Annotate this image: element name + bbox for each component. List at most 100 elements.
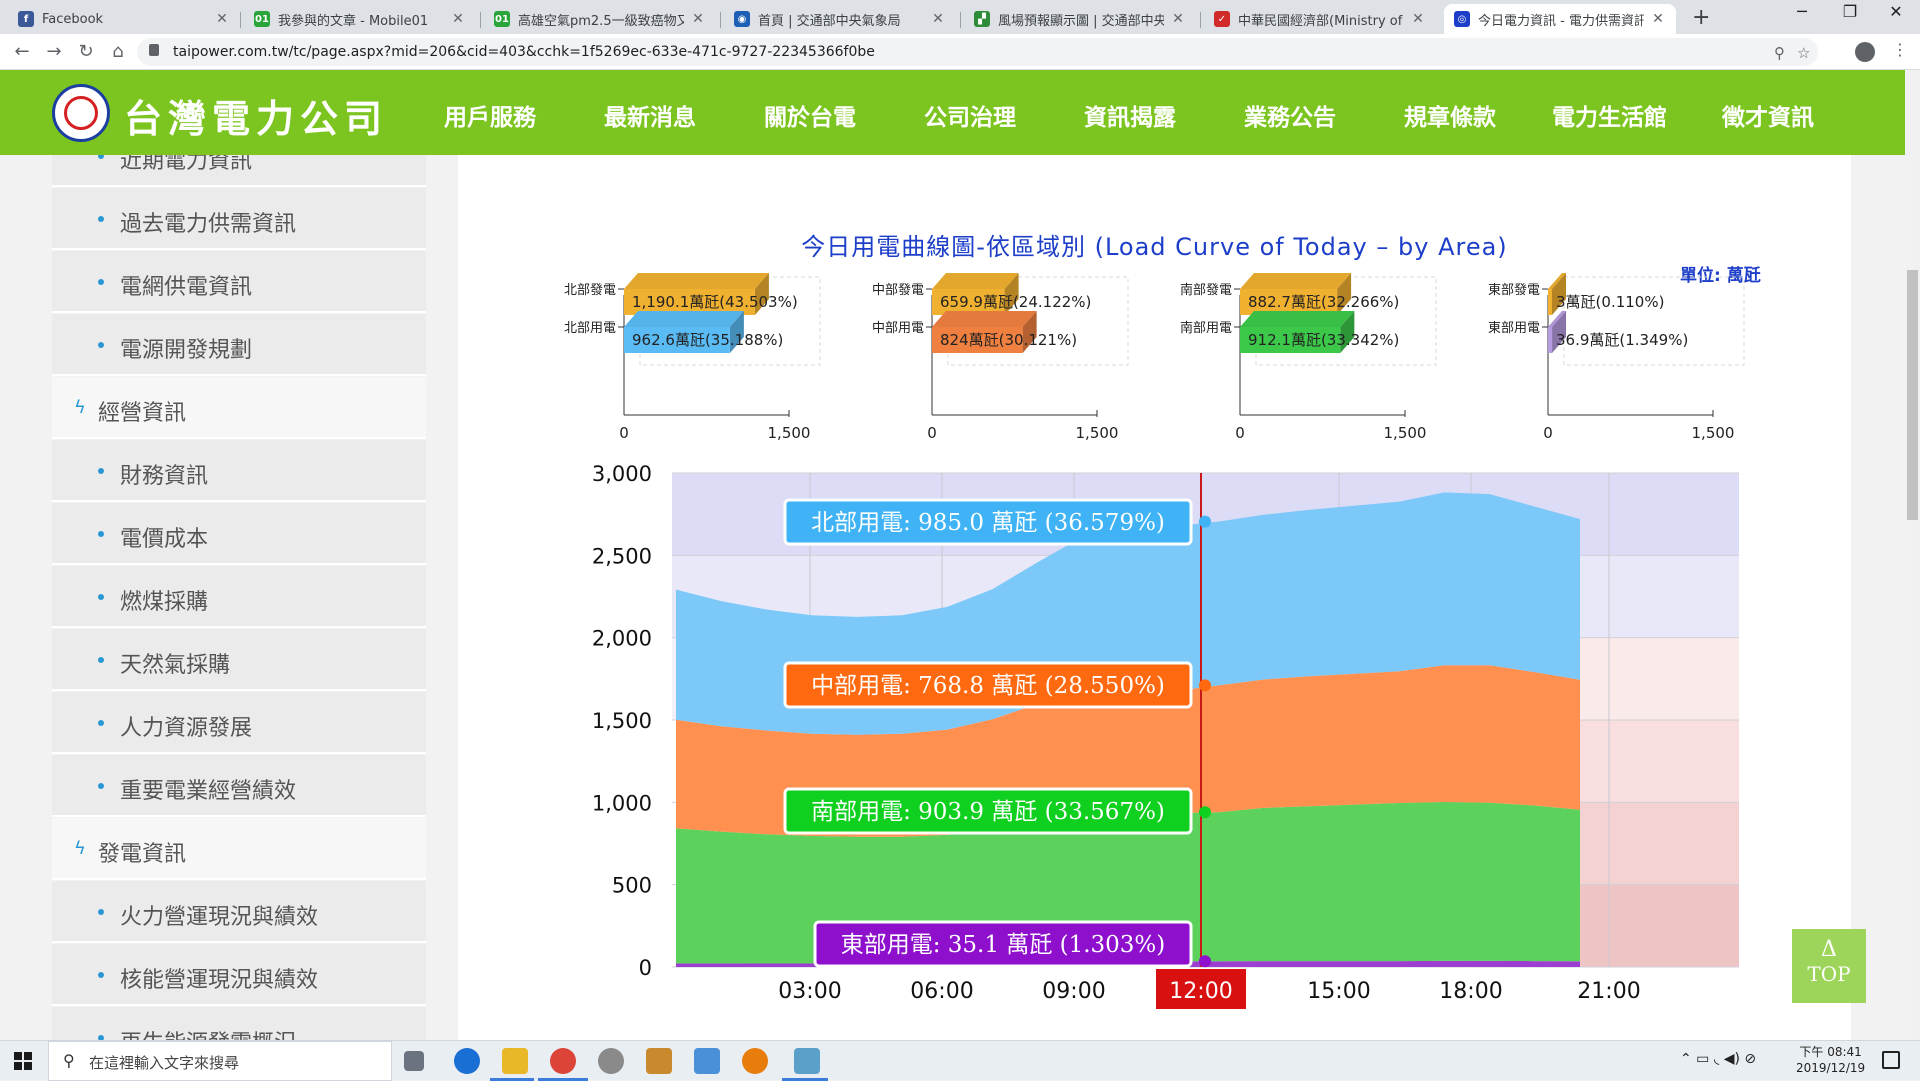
sidebar-item[interactable]: 天然氣採購 bbox=[52, 629, 426, 691]
scrollbar-thumb[interactable] bbox=[1907, 270, 1918, 520]
nav-item[interactable]: 徵才資訊 bbox=[1722, 98, 1814, 132]
app-icon-2[interactable] bbox=[646, 1048, 672, 1074]
nav-item[interactable]: 用戶服務 bbox=[444, 98, 536, 132]
sidebar-item-label: 經營資訊 bbox=[98, 401, 187, 426]
tab-close-icon[interactable]: ✕ bbox=[1170, 11, 1186, 27]
browser-menu-icon[interactable]: ⋮ bbox=[1892, 40, 1908, 59]
tooltip-text: 中部用電: 768.8 萬瓩 (28.550%) bbox=[811, 673, 1165, 699]
lock-icon bbox=[149, 44, 159, 56]
minimize-icon[interactable]: ─ bbox=[1782, 2, 1822, 21]
bar-x-tick-label: 0 bbox=[1543, 424, 1553, 442]
load-category-label: 中部用電 bbox=[872, 321, 924, 336]
sidebar-item[interactable]: 電價成本 bbox=[52, 503, 426, 565]
chrome-icon[interactable] bbox=[550, 1048, 576, 1074]
bullet-icon bbox=[98, 531, 104, 537]
restore-icon[interactable]: ❐ bbox=[1830, 2, 1870, 21]
browser-tab[interactable]: ◎ 今日電力資訊 - 電力供需資訊 - 台 ✕ bbox=[1444, 4, 1676, 34]
nav-item[interactable]: 規章條款 bbox=[1404, 98, 1496, 132]
profile-avatar[interactable] bbox=[1855, 42, 1875, 62]
sidebar-item[interactable]: 燃煤採購 bbox=[52, 566, 426, 628]
bullet-icon bbox=[98, 342, 104, 348]
url-text[interactable]: taipower.com.tw/tc/page.aspx?mid=206&cid… bbox=[173, 44, 875, 60]
tab-title: 高雄空氣pm2.5一級致癌物又關 bbox=[518, 13, 684, 29]
browser-tab[interactable]: ◉ 首頁 | 交通部中央氣象局 ✕ bbox=[724, 4, 956, 34]
back-to-top-button[interactable]: Δ TOP bbox=[1792, 929, 1866, 1003]
bar-x-tick-label: 1,500 bbox=[768, 424, 811, 442]
taskbar-search-box[interactable]: ⚲ 在這裡輸入文字來搜尋 bbox=[48, 1041, 392, 1081]
bullet-icon bbox=[98, 216, 104, 222]
nav-item[interactable]: 最新消息 bbox=[604, 98, 696, 132]
y-tick-label: 2,000 bbox=[592, 627, 652, 651]
sidebar-item[interactable]: 再生能源發電概況 bbox=[52, 1007, 426, 1040]
tab-close-icon[interactable]: ✕ bbox=[930, 11, 946, 27]
x-tick-label: 09:00 bbox=[1042, 979, 1105, 1004]
nav-item[interactable]: 電力生活館 bbox=[1552, 98, 1667, 132]
home-icon[interactable]: ⌂ bbox=[106, 41, 130, 62]
sidebar-item[interactable]: 重要電業經營績效 bbox=[52, 755, 426, 817]
app-icon-3[interactable] bbox=[694, 1048, 720, 1074]
zoom-icon[interactable]: ⚲ bbox=[1774, 44, 1785, 62]
nav-item[interactable]: 關於台電 bbox=[764, 98, 856, 132]
tab-title: 首頁 | 交通部中央氣象局 bbox=[758, 13, 901, 29]
app-icon-1[interactable] bbox=[598, 1048, 624, 1074]
sidebar-item-label: 電源開發規劃 bbox=[120, 338, 253, 363]
sidebar-item-label: 核能營運現況與績效 bbox=[120, 968, 319, 993]
sidebar-item[interactable]: 電網供電資訊 bbox=[52, 251, 426, 313]
browser-tab[interactable]: ▞ 風場預報顯示圖 | 交通部中央氣 ✕ bbox=[964, 4, 1196, 34]
tab-close-icon[interactable]: ✕ bbox=[1650, 11, 1666, 27]
taipower-logo-icon[interactable] bbox=[52, 84, 110, 142]
sidebar-item-label: 火力營運現況與績效 bbox=[120, 905, 319, 930]
load-data-label: 962.6萬瓩(35.188%) bbox=[632, 331, 783, 349]
bar-x-tick-label: 0 bbox=[927, 424, 937, 442]
tab-favicon-icon: ◎ bbox=[1454, 11, 1470, 27]
nav-item[interactable]: 公司治理 bbox=[924, 98, 1016, 132]
tab-close-icon[interactable]: ✕ bbox=[214, 11, 230, 27]
windows-start-icon[interactable] bbox=[14, 1052, 32, 1070]
forward-icon[interactable]: → bbox=[42, 41, 66, 62]
task-view-icon[interactable] bbox=[404, 1051, 424, 1071]
edge-browser-icon[interactable] bbox=[454, 1048, 480, 1074]
nav-item[interactable]: 業務公告 bbox=[1244, 98, 1336, 132]
sidebar-item[interactable]: 人力資源發展 bbox=[52, 692, 426, 754]
system-tray-icons[interactable]: ⌃ ▭ ◟ ◀) ⊘ bbox=[1680, 1051, 1756, 1067]
address-bar[interactable]: taipower.com.tw/tc/page.aspx?mid=206&cid… bbox=[137, 38, 1818, 66]
tab-close-icon[interactable]: ✕ bbox=[450, 11, 466, 27]
sidebar-item[interactable]: 近期電力資訊 bbox=[52, 155, 426, 187]
y-tick-label: 3,000 bbox=[592, 462, 652, 486]
browser-tab[interactable]: 01 高雄空氣pm2.5一級致癌物又關 ✕ bbox=[484, 4, 716, 34]
page-scrollbar[interactable] bbox=[1905, 70, 1920, 1040]
bar-x-tick-label: 0 bbox=[1235, 424, 1245, 442]
sidebar-item[interactable]: 火力營運現況與績效 bbox=[52, 881, 426, 943]
site-logo-text[interactable]: 台灣電力公司 bbox=[124, 88, 388, 143]
tab-close-icon[interactable]: ✕ bbox=[690, 11, 706, 27]
sidebar-item[interactable]: 電源開發規劃 bbox=[52, 314, 426, 376]
x-tick-label: 12:00 bbox=[1169, 979, 1232, 1004]
file-explorer-icon[interactable] bbox=[502, 1048, 528, 1074]
browser-tab[interactable]: f Facebook ✕ bbox=[8, 4, 240, 34]
sidebar-item[interactable]: 過去電力供需資訊 bbox=[52, 188, 426, 250]
sidebar-item[interactable]: 核能營運現況與績效 bbox=[52, 944, 426, 1006]
sidebar-category[interactable]: ϟ 經營資訊 bbox=[52, 377, 426, 439]
browser-tab[interactable]: 01 我參與的文章 - Mobile01 ✕ bbox=[244, 4, 476, 34]
tab-close-icon[interactable]: ✕ bbox=[1410, 11, 1426, 27]
sidebar-item-label: 再生能源發電概況 bbox=[120, 1025, 296, 1040]
tab-title: 我參與的文章 - Mobile01 bbox=[278, 13, 429, 29]
blender-icon[interactable] bbox=[742, 1048, 768, 1074]
sidebar-category[interactable]: ϟ 發電資訊 bbox=[52, 818, 426, 880]
browser-tab[interactable]: ✓ 中華民國經濟部(Ministry of Eco ✕ bbox=[1204, 4, 1436, 34]
taskbar-clock[interactable]: 下午 08:41 2019/12/19 bbox=[1796, 1044, 1865, 1076]
y-tick-label: 2,500 bbox=[592, 544, 652, 568]
x-tick-label: 21:00 bbox=[1577, 979, 1640, 1004]
bookmark-star-icon[interactable]: ☆ bbox=[1797, 44, 1810, 62]
load-bar-top bbox=[1240, 311, 1355, 327]
reload-icon[interactable]: ↻ bbox=[74, 41, 98, 62]
app-icon-4[interactable] bbox=[794, 1048, 820, 1074]
new-tab-button[interactable]: + bbox=[1692, 5, 1710, 30]
back-icon[interactable]: ← bbox=[10, 41, 34, 62]
nav-item[interactable]: 資訊揭露 bbox=[1084, 98, 1176, 132]
close-window-icon[interactable]: ✕ bbox=[1876, 2, 1916, 21]
sidebar-item-label: 近期電力資訊 bbox=[120, 155, 253, 174]
series-marker bbox=[1199, 679, 1211, 692]
notification-center-icon[interactable] bbox=[1882, 1051, 1900, 1069]
sidebar-item[interactable]: 財務資訊 bbox=[52, 440, 426, 502]
